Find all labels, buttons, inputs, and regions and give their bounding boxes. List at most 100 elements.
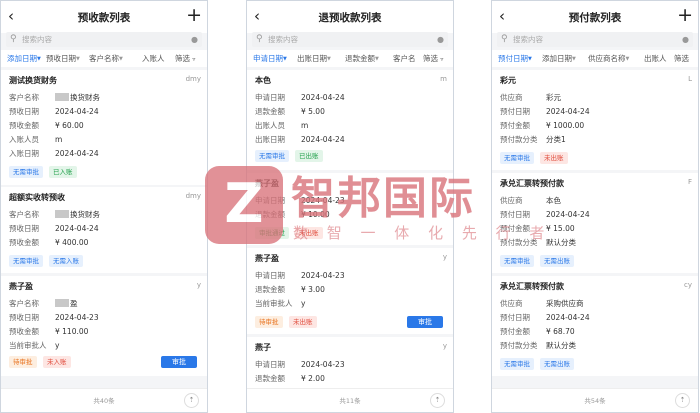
list-item[interactable]: 彩元 L 供应商 彩元 预付日期 2024-04-24 预付金额 ¥ 1000.00 … [492,70,698,170]
row-recorder: 入账人员 m [9,135,63,144]
row-apply-date: 申请日期 2024-04-23 [255,360,345,369]
scroll-top-button[interactable]: ⇡ [184,393,199,408]
navbar: ‹ 退预收款列表 [247,1,453,33]
list-item[interactable]: 燕子盈 y 申请日期 2024-04-23 退款金额 ¥ 3.00 当前审批人 y 待… [247,248,453,334]
status-badge: 未出账 [289,316,317,328]
tab-filter[interactable]: 筛选 ▿ [423,50,443,67]
add-icon[interactable]: + [677,3,693,27]
card-user: m [440,75,447,83]
row-prepay-amount: 预收金额 ¥ 400.00 [9,238,89,247]
row-apply-date: 申请日期 2024-04-23 [255,271,345,280]
list-item[interactable]: 燕子 y 申请日期 2024-04-23 退款金额 ¥ 2.00 [247,337,453,390]
tab-apply-date[interactable]: 申请日期▼ [253,50,287,67]
row-supplier: 供应商 采购供应商 [500,299,584,308]
tab-supplier-name[interactable]: 供应商名称▼ [588,50,629,67]
scroll-top-button[interactable]: ⇡ [430,393,445,408]
microphone-icon[interactable]: ● [437,32,444,47]
status-badge: 无需审批 [500,358,534,370]
tab-prepay-date[interactable]: 预收日期▼ [46,50,80,67]
tab-prepay-date[interactable]: 预付日期▼ [498,50,532,67]
card-title: 超额实收转预收 [9,193,65,202]
card-title: 燕子盈 [255,254,279,263]
card-title: 承兑汇票转预付款 [500,179,564,188]
row-prepay-date: 预收日期 2024-04-23 [9,313,99,322]
row-prepay-date: 预付日期 2024-04-24 [500,210,590,219]
status-badge: 无需审批 [500,255,534,267]
card-user: dmy [185,75,201,83]
microphone-icon[interactable]: ● [682,32,689,47]
status-badge: 审批通过 [255,227,289,239]
row-refund-amount: 退款金额 ¥ 3.00 [255,285,325,294]
tab-add-date[interactable]: 添加日期▼ [542,50,576,67]
card-title: 燕子盈 [255,179,279,188]
search-bar[interactable]: ⚲ 搜索内容 ● [497,32,693,47]
row-refund-amount: 退款金额 ¥ 10.00 [255,210,330,219]
sort-tabs: 预付日期▼ 添加日期▼ 供应商名称▼ 出账人 筛选 [492,50,698,67]
list-item[interactable]: 本色 m 申请日期 2024-04-24 退款金额 ¥ 5.00 出账人员 m 出账日… [247,70,453,170]
navbar: ‹ 预收款列表 + [1,1,207,33]
list-item[interactable]: 承兑汇票转预付款 F 供应商 本色 预付日期 2024-04-24 预付金额 ¥ 15… [492,173,698,273]
tab-customer-name[interactable]: 客户名称▼ [89,50,123,67]
search-input[interactable]: 搜索内容 [22,32,52,47]
tab-add-date[interactable]: 添加日期▼ [7,50,41,67]
search-input[interactable]: 搜索内容 [513,32,543,47]
status-badge: 无需入账 [49,255,83,267]
microphone-icon[interactable]: ● [191,32,198,47]
row-current-approver: 当前审批人 y [9,341,60,350]
redacted-mask [55,93,69,101]
navbar: ‹ 预付款列表 + [492,1,698,33]
row-supplier: 供应商 彩元 [500,93,561,102]
tab-refund-amount[interactable]: 退款金额▼ [345,50,379,67]
record-count: 共54条 [584,397,606,405]
scroll-top-button[interactable]: ⇡ [675,393,690,408]
row-apply-date: 申请日期 2024-04-24 [255,93,345,102]
row-customer: 客户名称盈 [9,299,78,308]
list-footer: 共54条 ⇡ [492,388,698,412]
list-item[interactable]: 测试换货财务 dmy 客户名称 换货财务 预收日期 2024-04-24 预收金额 ¥… [1,70,207,185]
list-item[interactable]: 承兑汇票转预付款 cy 供应商 采购供应商 预付日期 2024-04-24 预付金额… [492,276,698,376]
redacted-mask [55,210,69,218]
row-prepay-category: 预付款分类 默认分类 [500,238,576,247]
phone-screen-prepayment-paid: ‹ 预付款列表 + ⚲ 搜索内容 ● 预付日期▼ 添加日期▼ 供应商名称▼ 出账… [491,0,699,413]
tab-payout-date[interactable]: 出账日期▼ [297,50,331,67]
row-prepay-category: 预付款分类 分类1 [500,135,566,144]
record-count: 共11条 [339,397,361,405]
tab-filter[interactable]: 筛选 [674,50,689,67]
status-badge: 已入账 [49,166,77,178]
approve-button[interactable]: 审批 [161,356,197,368]
row-prepay-amount: 预收金额 ¥ 60.00 [9,121,84,130]
list-item[interactable]: 燕子盈 y 客户名称盈 预收日期 2024-04-23 预收金额 ¥ 110.00 … [1,276,207,376]
tab-customer-name[interactable]: 客户名 [393,50,416,67]
row-prepay-amount: 预付金额 ¥ 15.00 [500,224,575,233]
card-user: cy [684,281,692,289]
tab-filter[interactable]: 筛选 ▿ [175,50,195,67]
search-bar[interactable]: ⚲ 搜索内容 ● [252,32,448,47]
card-user: y [442,253,447,261]
page-title: 预收款列表 [77,12,131,24]
status-badge: 无需审批 [500,152,534,164]
search-icon: ⚲ [10,34,17,44]
status-badge: 已出账 [295,150,323,162]
card-user: y [442,342,447,350]
list-item[interactable]: 燕子盈 申请日期 2024-04-23 退款金额 ¥ 10.00 审批通过 未出账 [247,173,453,245]
card-title: 本色 [255,76,271,85]
tab-recorder[interactable]: 入账人 [142,50,165,67]
row-refund-amount: 退款金额 ¥ 2.00 [255,374,325,383]
tab-payout-person[interactable]: 出账人 [644,50,667,67]
page-title: 退预收款列表 [318,12,382,24]
card-user: F [687,178,692,186]
add-icon[interactable]: + [186,3,202,27]
card-title: 承兑汇票转预付款 [500,282,564,291]
card-title: 燕子盈 [9,282,33,291]
status-badge: 未出账 [540,152,568,164]
row-record-date: 入账日期 2024-04-24 [9,149,99,158]
card-user: dmy [185,192,201,200]
search-input[interactable]: 搜索内容 [268,32,298,47]
approve-button[interactable]: 审批 [407,316,443,328]
row-customer: 客户名称 换货财务 [9,210,100,219]
row-prepay-amount: 预收金额 ¥ 110.00 [9,327,89,336]
page-title: 预付款列表 [568,12,622,24]
search-bar[interactable]: ⚲ 搜索内容 ● [6,32,202,47]
list-item[interactable]: 超额实收转预收 dmy 客户名称 换货财务 预收日期 2024-04-24 预收金额… [1,187,207,273]
row-refund-amount: 退款金额 ¥ 5.00 [255,107,325,116]
